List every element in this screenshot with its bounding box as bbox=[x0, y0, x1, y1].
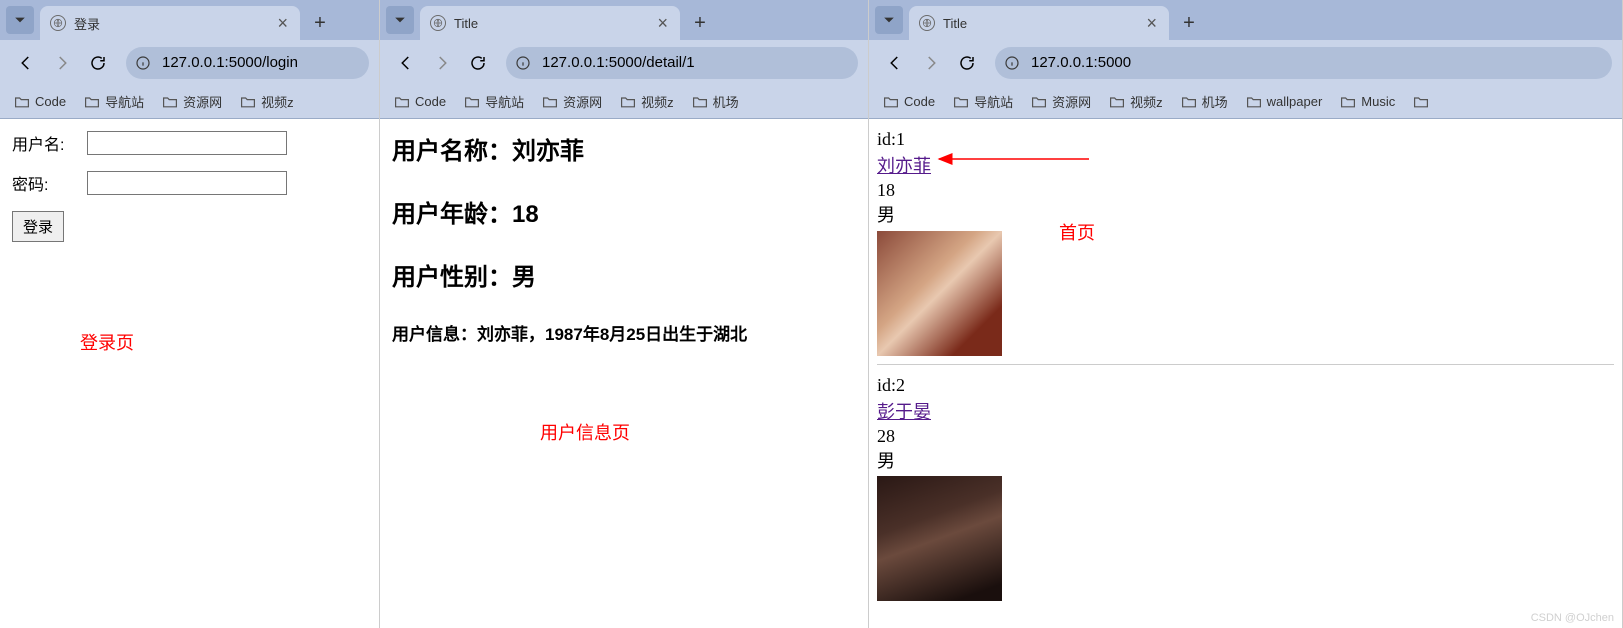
new-tab-button[interactable]: + bbox=[1175, 9, 1203, 37]
username-label: 用户名: bbox=[12, 131, 87, 155]
reload-button[interactable] bbox=[462, 47, 494, 79]
detail-age: 用户年龄：18 bbox=[392, 194, 856, 229]
browser-tab[interactable]: 登录 × bbox=[40, 6, 300, 40]
new-tab-button[interactable]: + bbox=[686, 9, 714, 37]
globe-icon bbox=[50, 15, 66, 31]
user-gender: 男 bbox=[877, 449, 1614, 474]
annotation-index-page: 首页 bbox=[1059, 219, 1095, 245]
bookmark-item[interactable]: 导航站 bbox=[76, 88, 152, 115]
back-button[interactable] bbox=[879, 47, 911, 79]
site-info-icon[interactable] bbox=[130, 50, 156, 76]
bookmark-item[interactable]: 导航站 bbox=[945, 88, 1021, 115]
bookmark-item[interactable]: 资源网 bbox=[534, 88, 610, 115]
annotation-detail-page: 用户信息页 bbox=[540, 419, 630, 445]
page-content-index: id:1 刘亦菲 18 男 id:2 彭于晏 28 男 首页 CSDN @OJc… bbox=[869, 119, 1622, 628]
reload-button[interactable] bbox=[82, 47, 114, 79]
password-label: 密码: bbox=[12, 171, 87, 195]
user-avatar bbox=[877, 231, 1002, 356]
annotation-arrow bbox=[929, 149, 1099, 174]
browser-window-index: Title × + 127.0.0.1:5000 Code 导航站 资源网 视频… bbox=[869, 0, 1623, 628]
tab-title: 登录 bbox=[74, 14, 100, 33]
tab-title: Title bbox=[454, 16, 478, 31]
bookmark-item[interactable]: Music bbox=[1332, 90, 1403, 113]
bookmark-item[interactable]: Code bbox=[875, 90, 943, 113]
site-info-icon[interactable] bbox=[510, 50, 536, 76]
user-avatar bbox=[877, 476, 1002, 601]
divider bbox=[877, 364, 1614, 365]
address-bar[interactable]: 127.0.0.1:5000/login bbox=[126, 47, 369, 79]
detail-gender: 用户性别：男 bbox=[392, 257, 856, 292]
address-bar[interactable]: 127.0.0.1:5000/detail/1 bbox=[506, 47, 858, 79]
bookmark-item[interactable]: 视频z bbox=[232, 88, 302, 115]
page-content-detail: 用户名称：刘亦菲 用户年龄：18 用户性别：男 用户信息：刘亦菲，1987年8月… bbox=[380, 119, 868, 628]
bookmark-item[interactable]: 视频z bbox=[1101, 88, 1171, 115]
close-tab-icon[interactable]: × bbox=[1144, 13, 1159, 34]
user-age: 18 bbox=[877, 178, 1614, 203]
page-content-login: 用户名: 密码: 登录 登录页 bbox=[0, 119, 379, 628]
user-gender: 男 bbox=[877, 203, 1614, 228]
forward-button[interactable] bbox=[426, 47, 458, 79]
user-item: id:2 彭于晏 28 男 bbox=[877, 373, 1614, 602]
bookmark-item[interactable]: 资源网 bbox=[1023, 88, 1099, 115]
bookmark-item[interactable]: 机场 bbox=[1173, 88, 1236, 115]
bookmark-item[interactable]: Code bbox=[386, 90, 454, 113]
detail-info: 用户信息：刘亦菲，1987年8月25日出生于湖北 bbox=[392, 320, 856, 345]
bookmark-item[interactable]: wallpaper bbox=[1238, 90, 1331, 113]
tab-title: Title bbox=[943, 16, 967, 31]
close-tab-icon[interactable]: × bbox=[655, 13, 670, 34]
login-button[interactable]: 登录 bbox=[12, 211, 64, 242]
tab-strip: 登录 × + bbox=[0, 0, 379, 40]
bookmark-item[interactable]: Code bbox=[6, 90, 74, 113]
browser-tab[interactable]: Title × bbox=[909, 6, 1169, 40]
browser-tab[interactable]: Title × bbox=[420, 6, 680, 40]
url-text: 127.0.0.1:5000/login bbox=[162, 54, 298, 71]
bookmark-item[interactable] bbox=[1405, 91, 1437, 113]
tab-list-dropdown[interactable] bbox=[386, 6, 414, 34]
bookmarks-bar: Code 导航站 资源网 视频z bbox=[0, 85, 379, 119]
annotation-login-page: 登录页 bbox=[80, 329, 134, 355]
bookmark-item[interactable]: 视频z bbox=[612, 88, 682, 115]
back-button[interactable] bbox=[10, 47, 42, 79]
bookmark-item[interactable]: 机场 bbox=[684, 88, 747, 115]
detail-name: 用户名称：刘亦菲 bbox=[392, 131, 856, 166]
tab-list-dropdown[interactable] bbox=[6, 6, 34, 34]
user-name-link[interactable]: 刘亦菲 bbox=[877, 156, 931, 176]
nav-toolbar: 127.0.0.1:5000/detail/1 bbox=[380, 40, 868, 85]
nav-toolbar: 127.0.0.1:5000 bbox=[869, 40, 1622, 85]
browser-window-detail: Title × + 127.0.0.1:5000/detail/1 Code 导… bbox=[380, 0, 869, 628]
tab-strip: Title × + bbox=[869, 0, 1622, 40]
nav-toolbar: 127.0.0.1:5000/login bbox=[0, 40, 379, 85]
reload-button[interactable] bbox=[951, 47, 983, 79]
username-input[interactable] bbox=[87, 131, 287, 155]
tab-list-dropdown[interactable] bbox=[875, 6, 903, 34]
user-id: id:2 bbox=[877, 373, 1614, 398]
user-age: 28 bbox=[877, 424, 1614, 449]
url-text: 127.0.0.1:5000/detail/1 bbox=[542, 54, 695, 71]
forward-button[interactable] bbox=[46, 47, 78, 79]
globe-icon bbox=[919, 15, 935, 31]
new-tab-button[interactable]: + bbox=[306, 9, 334, 37]
user-name-link[interactable]: 彭于晏 bbox=[877, 402, 931, 422]
forward-button[interactable] bbox=[915, 47, 947, 79]
tab-strip: Title × + bbox=[380, 0, 868, 40]
bookmarks-bar: Code 导航站 资源网 视频z 机场 bbox=[380, 85, 868, 119]
bookmarks-bar: Code 导航站 资源网 视频z 机场 wallpaper Music bbox=[869, 85, 1622, 119]
url-text: 127.0.0.1:5000 bbox=[1031, 54, 1131, 71]
browser-window-login: 登录 × + 127.0.0.1:5000/login Code 导航站 资源网… bbox=[0, 0, 380, 628]
back-button[interactable] bbox=[390, 47, 422, 79]
bookmark-item[interactable]: 导航站 bbox=[456, 88, 532, 115]
site-info-icon[interactable] bbox=[999, 50, 1025, 76]
address-bar[interactable]: 127.0.0.1:5000 bbox=[995, 47, 1612, 79]
password-row: 密码: bbox=[12, 171, 367, 195]
password-input[interactable] bbox=[87, 171, 287, 195]
globe-icon bbox=[430, 15, 446, 31]
username-row: 用户名: bbox=[12, 131, 367, 155]
watermark: CSDN @OJchen bbox=[1531, 612, 1614, 624]
bookmark-item[interactable]: 资源网 bbox=[154, 88, 230, 115]
close-tab-icon[interactable]: × bbox=[275, 13, 290, 34]
